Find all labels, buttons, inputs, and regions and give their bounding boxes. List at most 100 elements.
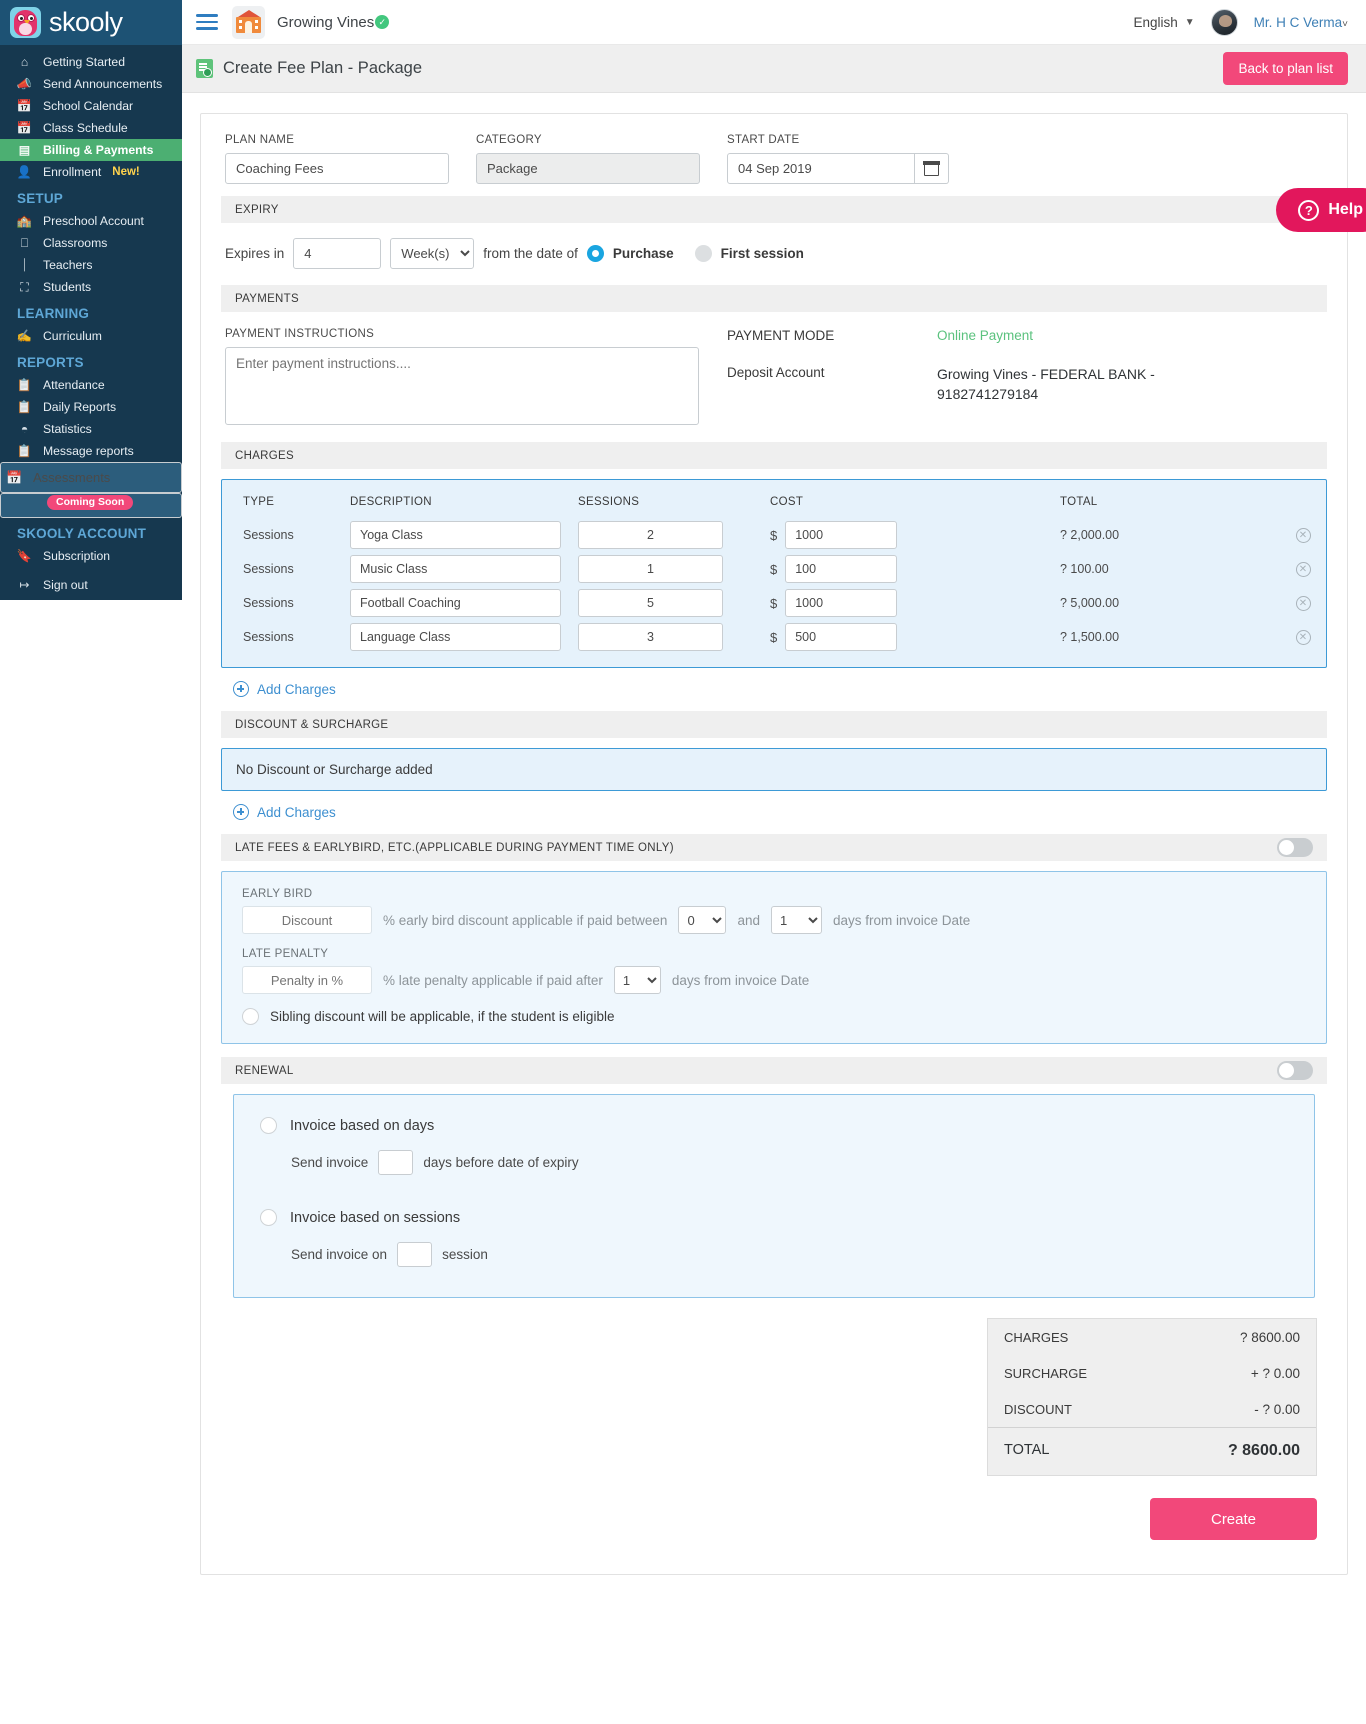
renewal-days-input[interactable]: [378, 1150, 414, 1175]
expiry-purchase-label[interactable]: Purchase: [613, 246, 674, 261]
sidebar-item-students[interactable]: ⛶ Students: [0, 276, 182, 298]
report-icon: 📋: [16, 400, 33, 414]
add-charges-label: Add Charges: [257, 681, 336, 697]
late-fees-toggle[interactable]: [1277, 838, 1313, 857]
sidebar-item-classrooms[interactable]: ⎕ Classrooms: [0, 232, 182, 254]
delete-charge-icon[interactable]: ✕: [1295, 596, 1311, 612]
charge-sessions-input[interactable]: [578, 623, 723, 651]
sidebar-item-preschool-account[interactable]: 🏫 Preschool Account: [0, 210, 182, 232]
sidebar-item-class-schedule[interactable]: 📅 Class Schedule: [0, 117, 182, 139]
calendar-picker-button[interactable]: [915, 153, 949, 184]
early-bird-from-select[interactable]: 0: [678, 906, 727, 934]
payments-row: PAYMENT INSTRUCTIONS PAYMENT MODE Online…: [221, 312, 1327, 442]
sidebar-item-assessments[interactable]: 📅 Assessments: [0, 462, 182, 493]
sidebar-item-daily-reports[interactable]: 📋 Daily Reports: [0, 396, 182, 418]
charge-cost-input[interactable]: [785, 555, 898, 583]
sidebar-item-curriculum[interactable]: ✍ Curriculum: [0, 325, 182, 347]
invoice-based-on-sessions-label[interactable]: Invoice based on sessions: [290, 1210, 460, 1226]
payment-mode-row: PAYMENT MODE Online Payment: [727, 328, 1323, 343]
chevron-down-icon: ▼: [1184, 16, 1195, 28]
charge-description-input[interactable]: [350, 555, 561, 583]
fee-plan-card: ? Help PLAN NAME CATEGORY START DATE: [200, 113, 1366, 1575]
table-row: Sessions $ ? 1,500.00 ✕: [222, 620, 1326, 654]
add-charges-link[interactable]: Add Charges: [221, 668, 1327, 711]
late-fees-box: EARLY BIRD % early bird discount applica…: [221, 871, 1327, 1044]
sidebar-section-learning: LEARNING: [17, 306, 90, 321]
language-selector[interactable]: English ▼: [1133, 15, 1194, 30]
category-input: [476, 153, 700, 184]
summary-discount-row: DISCOUNT - ? 0.00: [988, 1391, 1316, 1427]
sidebar-item-message-reports[interactable]: 📋 Message reports: [0, 440, 182, 462]
sidebar-item-statistics[interactable]: ◓ Statistics: [0, 418, 182, 440]
payment-mode-label: PAYMENT MODE: [727, 328, 835, 343]
sidebar-item-teachers[interactable]: ⏐ Teachers: [0, 254, 182, 276]
plan-details-row: PLAN NAME CATEGORY START DATE: [221, 128, 1327, 196]
add-discount-charges-link[interactable]: Add Charges: [221, 791, 1327, 834]
create-button[interactable]: Create: [1150, 1498, 1317, 1540]
delete-charge-icon[interactable]: ✕: [1295, 562, 1311, 578]
charge-cost-input[interactable]: [785, 521, 898, 549]
sibling-discount-label[interactable]: Sibling discount will be applicable, if …: [270, 1009, 614, 1024]
sibling-discount-radio[interactable]: [242, 1008, 259, 1025]
deposit-account-row: Deposit Account Growing Vines - FEDERAL …: [727, 365, 1323, 405]
invoice-based-on-days-label[interactable]: Invoice based on days: [290, 1118, 434, 1134]
school-icon: 🏫: [16, 214, 33, 228]
expiry-first-session-radio[interactable]: [694, 245, 712, 262]
sidebar-item-subscription[interactable]: 🔖 Subscription: [0, 545, 182, 567]
sidebar-item-getting-started[interactable]: ⌂ Getting Started: [0, 51, 182, 73]
invoice-based-on-sessions-radio[interactable]: [260, 1209, 277, 1226]
late-penalty-suffix-text: days from invoice Date: [671, 972, 810, 988]
calendar-icon: [923, 160, 940, 176]
payment-instructions-textarea[interactable]: [225, 347, 699, 425]
renewal-toggle[interactable]: [1277, 1061, 1313, 1080]
charge-cost-input[interactable]: [785, 623, 898, 651]
late-penalty-days-select[interactable]: 1: [613, 966, 661, 994]
category-label: CATEGORY: [476, 134, 542, 146]
avatar[interactable]: [1210, 8, 1238, 36]
delete-charge-icon[interactable]: ✕: [1295, 528, 1311, 544]
charges-col-cost: COST: [770, 496, 804, 508]
menu-toggle-icon[interactable]: [196, 10, 218, 34]
start-date-input[interactable]: [727, 153, 915, 184]
classroom-icon: ⎕: [20, 235, 29, 250]
add-discount-label: Add Charges: [257, 804, 336, 820]
plan-name-input[interactable]: [225, 153, 449, 184]
start-date-label: START DATE: [727, 134, 800, 146]
charge-description-input[interactable]: [350, 623, 561, 651]
sidebar-item-sign-out[interactable]: ↦ Sign out: [0, 574, 182, 596]
user-menu[interactable]: Mr. H C Verma˅: [1254, 15, 1348, 30]
early-bird-row: % early bird discount applicable if paid…: [242, 906, 1306, 934]
expiry-first-session-label[interactable]: First session: [721, 246, 804, 261]
sidebar-item-label: Teachers: [43, 258, 93, 272]
expiry-purchase-radio[interactable]: [586, 245, 604, 262]
charge-description-input[interactable]: [350, 521, 561, 549]
back-to-plan-list-button[interactable]: Back to plan list: [1223, 52, 1348, 85]
sidebar-item-send-announcements[interactable]: 📣 Send Announcements: [0, 73, 182, 95]
early-bird-to-select[interactable]: 1: [770, 906, 822, 934]
sidebar-item-attendance[interactable]: 📋 Attendance: [0, 374, 182, 396]
charge-cost-input[interactable]: [785, 589, 898, 617]
charge-sessions-input[interactable]: [578, 589, 723, 617]
charge-sessions-input[interactable]: [578, 555, 723, 583]
renewal-sessions-input[interactable]: [397, 1242, 433, 1267]
discount-section-header: DISCOUNT & SURCHARGE: [221, 711, 1327, 738]
sidebar-item-enrollment[interactable]: 👤 Enrollment New!: [0, 161, 182, 183]
sidebar-item-school-calendar[interactable]: 📅 School Calendar: [0, 95, 182, 117]
invoice-based-on-days-radio[interactable]: [260, 1117, 277, 1134]
late-penalty-input[interactable]: [242, 966, 372, 994]
expires-in-input[interactable]: [293, 238, 382, 269]
sidebar-item-label: Classrooms: [43, 236, 108, 250]
delete-charge-icon[interactable]: ✕: [1295, 630, 1311, 646]
sidebar-item-label: Message reports: [43, 444, 134, 458]
charge-total: ? 5,000.00: [1060, 596, 1120, 610]
signout-icon: ↦: [19, 578, 30, 592]
charge-description-input[interactable]: [350, 589, 561, 617]
late-fees-section-title: LATE FEES & EARLYBIRD, ETC.(APPLICABLE D…: [235, 841, 674, 854]
table-row: Sessions $ ? 2,000.00 ✕: [222, 518, 1326, 552]
expiry-unit-select[interactable]: Week(s): [390, 238, 475, 269]
charge-sessions-input[interactable]: [578, 521, 723, 549]
currency-symbol: $: [770, 595, 778, 611]
help-button[interactable]: ? Help: [1276, 188, 1366, 232]
early-bird-discount-input[interactable]: [242, 906, 372, 934]
sidebar-item-billing-payments[interactable]: ▤ Billing & Payments: [0, 139, 182, 161]
